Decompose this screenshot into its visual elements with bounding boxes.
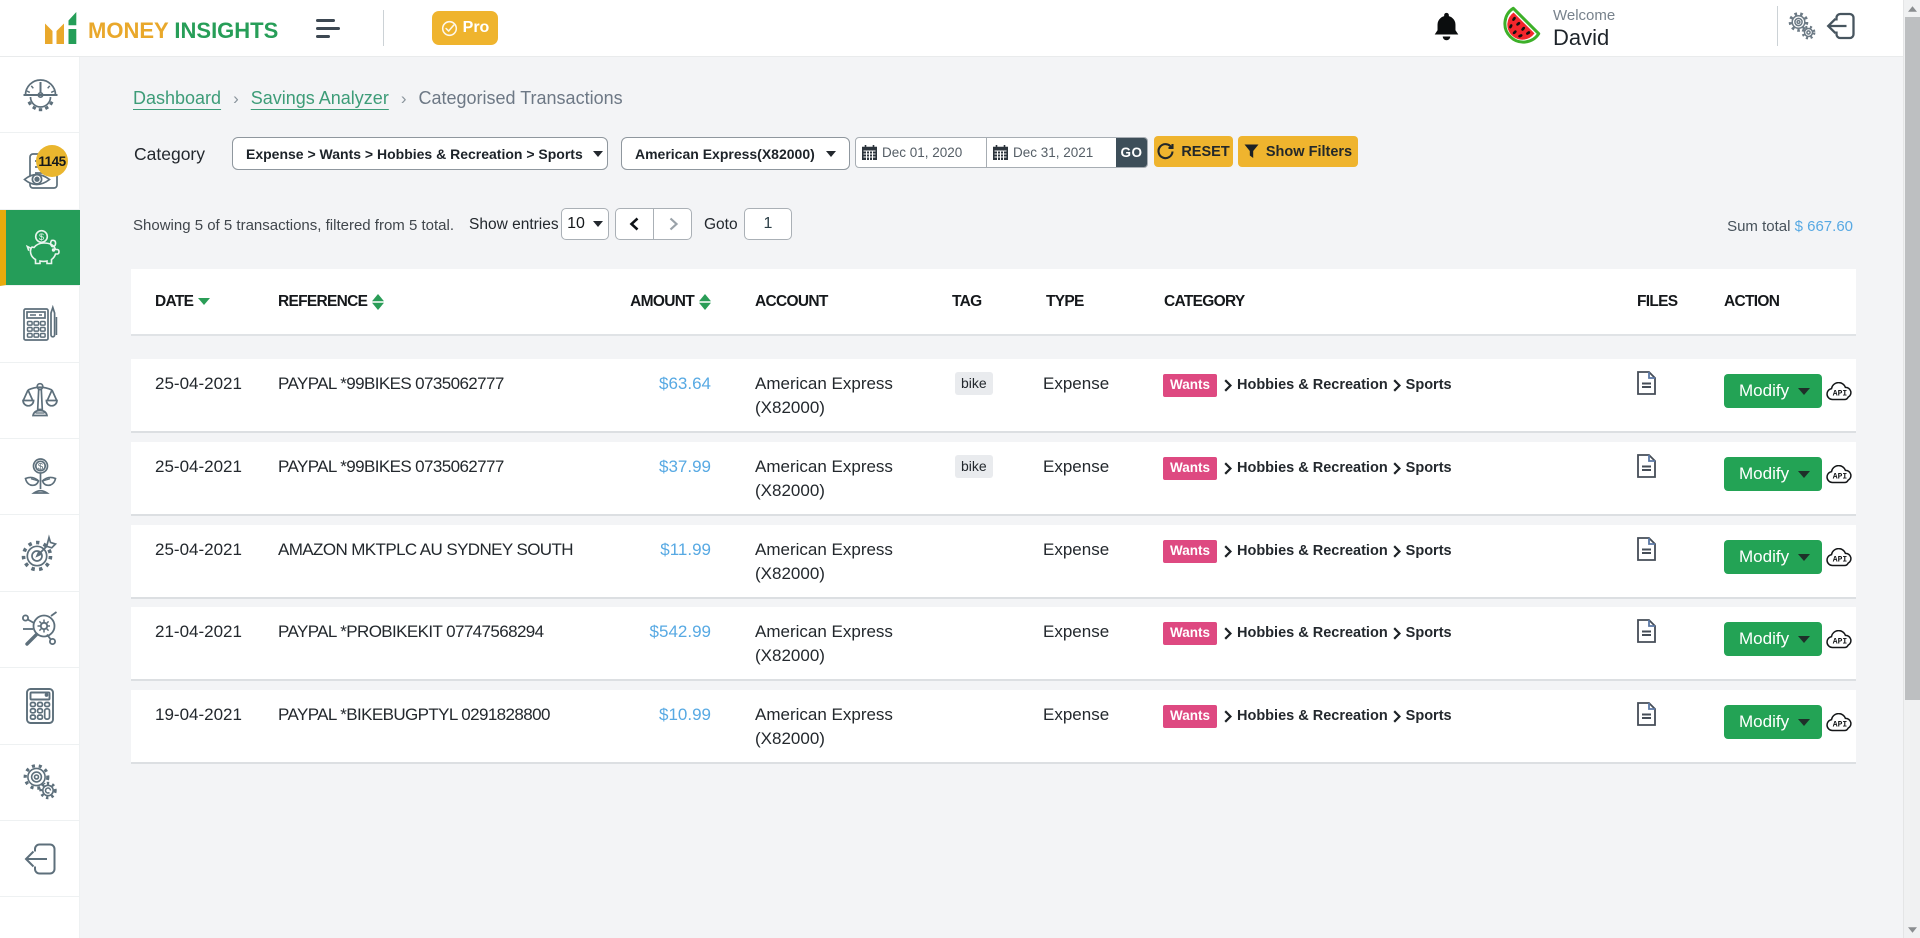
svg-text:API: API xyxy=(1833,473,1848,482)
svg-text:$: $ xyxy=(37,461,43,472)
svg-text:$: $ xyxy=(39,232,44,242)
svg-text:API: API xyxy=(1833,721,1848,730)
svg-text:API: API xyxy=(1833,556,1848,565)
svg-text:API: API xyxy=(1833,638,1848,647)
svg-text:API: API xyxy=(1833,390,1848,399)
